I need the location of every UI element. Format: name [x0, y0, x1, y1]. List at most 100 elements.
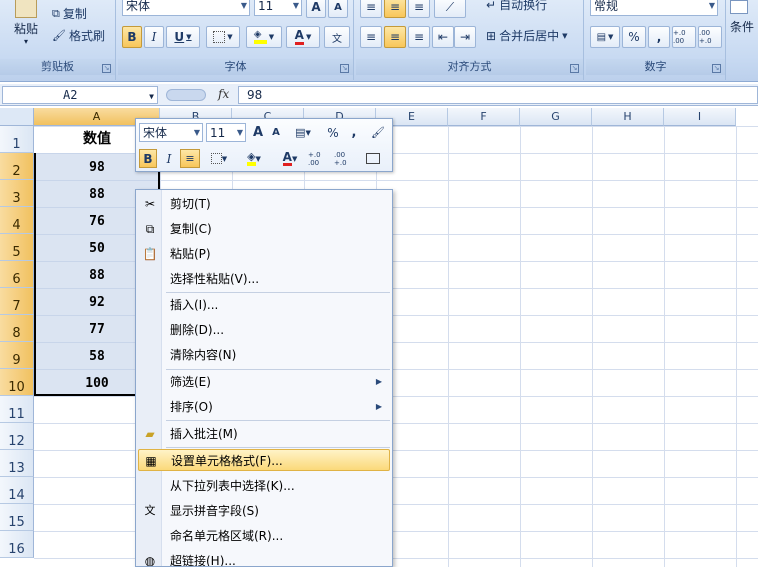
bold-button[interactable]: B — [122, 26, 142, 48]
mini-font-name-combo[interactable]: 宋体 ▼ — [139, 123, 203, 142]
row-header-10[interactable]: 10 — [0, 369, 34, 396]
mini-font-color-button[interactable]: A ▼ — [274, 149, 306, 168]
comma-button[interactable]: , — [648, 26, 670, 48]
menu-item-define-name[interactable]: 命名单元格区域(R)... — [138, 525, 390, 547]
fill-color-button[interactable]: ◈ ▼ — [246, 26, 282, 48]
column-header-h[interactable]: H — [592, 108, 664, 126]
row-header-7[interactable]: 7 — [0, 288, 34, 315]
dialog-launcher-icon[interactable]: ↘ — [340, 64, 349, 73]
paste-button[interactable]: 粘贴 ▾ — [6, 0, 46, 56]
row-header-1[interactable]: 1 — [0, 126, 34, 153]
dialog-launcher-icon[interactable]: ↘ — [102, 64, 111, 73]
formula-input-value: 98 — [247, 88, 263, 102]
menu-item-show-phonetic[interactable]: 文 显示拼音字段(S) — [138, 500, 390, 522]
menu-item-pick-from-list[interactable]: 从下拉列表中选择(K)... — [138, 475, 390, 497]
row-header-3[interactable]: 3 — [0, 180, 34, 207]
mini-bold-button[interactable]: B — [139, 149, 157, 168]
copy-icon: ⧉ — [52, 6, 60, 20]
row-header-12[interactable]: 12 — [0, 423, 34, 450]
mini-font-size-combo[interactable]: 11 ▼ — [206, 123, 246, 142]
phonetic-icon: 文 — [144, 504, 156, 517]
row-header-9[interactable]: 9 — [0, 342, 34, 369]
mini-comma-button[interactable]: , — [346, 123, 362, 142]
menu-item-paste-special[interactable]: 选择性粘贴(V)... — [138, 268, 390, 290]
formula-input[interactable]: 98 — [238, 86, 758, 104]
chevron-down-icon: ▼ — [255, 154, 261, 163]
percent-button[interactable]: % — [622, 26, 646, 48]
align-top-button[interactable]: ≡ — [360, 0, 382, 18]
mini-font-name-value: 宋体 — [143, 126, 168, 140]
mini-borders-button[interactable]: ▼ — [204, 149, 234, 168]
menu-item-insert-comment[interactable]: ▰ 插入批注(M) — [138, 423, 390, 445]
row-header-15[interactable]: 15 — [0, 504, 34, 531]
mini-currency-button[interactable]: ▤ ▼ — [288, 123, 318, 142]
font-size-combo[interactable]: 11 ▼ — [254, 0, 302, 16]
mini-italic-button[interactable]: I — [160, 149, 178, 168]
mini-percent-button[interactable]: % — [324, 123, 342, 142]
align-middle-button[interactable]: ≡ — [384, 0, 406, 18]
row-header-16[interactable]: 16 — [0, 531, 34, 558]
align-bottom-button[interactable]: ≡ — [408, 0, 430, 18]
increase-indent-button[interactable]: ⇥ — [454, 26, 476, 48]
menu-item-hyperlink[interactable]: ◍ 超链接(H)... — [138, 550, 390, 566]
format-painter-button[interactable]: 🖌 格式刷 — [52, 27, 105, 44]
row-header-8[interactable]: 8 — [0, 315, 34, 342]
increase-decimal-button[interactable]: +.0 .00 — [672, 26, 696, 48]
column-header-i[interactable]: I — [664, 108, 736, 126]
mini-shrink-font-button[interactable]: A — [268, 123, 284, 142]
mini-fill-color-button[interactable]: ◈ ▼ — [238, 149, 270, 168]
menu-item-paste[interactable]: 📋 粘贴(P) — [138, 243, 390, 265]
italic-button[interactable]: I — [144, 26, 164, 48]
row-header-14[interactable]: 14 — [0, 477, 34, 504]
number-format-combo[interactable]: 常规 ▼ — [590, 0, 718, 16]
menu-item-format-cells[interactable]: ▦ 设置单元格格式(F)... — [138, 449, 390, 471]
column-header-f[interactable]: F — [448, 108, 520, 126]
phonetic-button[interactable]: 文 — [324, 26, 350, 48]
insert-function-button[interactable]: fx — [218, 87, 229, 101]
grow-font-button[interactable]: A — [306, 0, 326, 18]
borders-button[interactable]: ▼ — [206, 26, 240, 48]
conditional-format-icon — [730, 0, 748, 14]
menu-item-filter[interactable]: 筛选(E) ▶ — [138, 371, 390, 393]
row-header-11[interactable]: 11 — [0, 396, 34, 423]
row-header-2[interactable]: 2 — [0, 153, 34, 180]
menu-item-copy[interactable]: ⧉ 复制(C) — [138, 218, 390, 240]
font-color-button[interactable]: A ▼ — [286, 26, 320, 48]
currency-button[interactable]: ▤ ▼ — [590, 26, 620, 48]
menu-item-clear-contents[interactable]: 清除内容(N) — [138, 344, 390, 366]
align-left-button[interactable]: ≡ — [360, 26, 382, 48]
mini-center-button[interactable]: ≡ — [180, 149, 200, 168]
mini-grow-font-button[interactable]: A — [250, 123, 266, 142]
align-right-button[interactable]: ≡ — [408, 26, 430, 48]
wrap-text-button[interactable]: ↵ 自动换行 — [486, 0, 547, 13]
mini-increase-decimal-button[interactable]: +.0 .00 — [308, 149, 332, 168]
copy-button[interactable]: ⧉ 复制 — [52, 5, 87, 22]
underline-button[interactable]: U ▼ — [166, 26, 200, 48]
menu-item-sort[interactable]: 排序(O) ▶ — [138, 396, 390, 418]
mini-merge-button[interactable] — [362, 149, 384, 168]
column-header-g[interactable]: G — [520, 108, 592, 126]
row-header-6[interactable]: 6 — [0, 261, 34, 288]
chevron-down-icon[interactable]: ▼ — [149, 89, 154, 105]
font-name-combo[interactable]: 宋体 ▼ — [122, 0, 250, 16]
font-group: 宋体 ▼ 11 ▼ A A B I U ▼ ▼ ◈ ▼ A ▼ 文 字体 ↘ — [118, 0, 354, 80]
orientation-button[interactable]: ⟋ — [434, 0, 466, 18]
name-box[interactable]: A2 ▼ — [2, 86, 158, 104]
row-header-5[interactable]: 5 — [0, 234, 34, 261]
align-center-button[interactable]: ≡ — [384, 26, 406, 48]
conditional-formatting-button[interactable]: 条件 — [730, 0, 758, 50]
row-header-13[interactable]: 13 — [0, 450, 34, 477]
shrink-font-button[interactable]: A — [328, 0, 348, 18]
mini-decrease-decimal-button[interactable]: .00 +.0 — [334, 149, 358, 168]
merge-center-button[interactable]: ⊞ 合并后居中 ▼ — [486, 27, 567, 44]
select-all-button[interactable] — [0, 108, 34, 126]
row-header-4[interactable]: 4 — [0, 207, 34, 234]
decrease-decimal-button[interactable]: .00 +.0 — [698, 26, 722, 48]
menu-item-cut[interactable]: ✂ 剪切(T) — [138, 193, 390, 215]
menu-item-insert[interactable]: 插入(I)... — [138, 294, 390, 316]
mini-format-painter-button[interactable]: 🖌 — [368, 123, 388, 142]
dialog-launcher-icon[interactable]: ↘ — [712, 64, 721, 73]
menu-item-delete[interactable]: 删除(D)... — [138, 319, 390, 341]
dialog-launcher-icon[interactable]: ↘ — [570, 64, 579, 73]
decrease-indent-button[interactable]: ⇤ — [432, 26, 454, 48]
